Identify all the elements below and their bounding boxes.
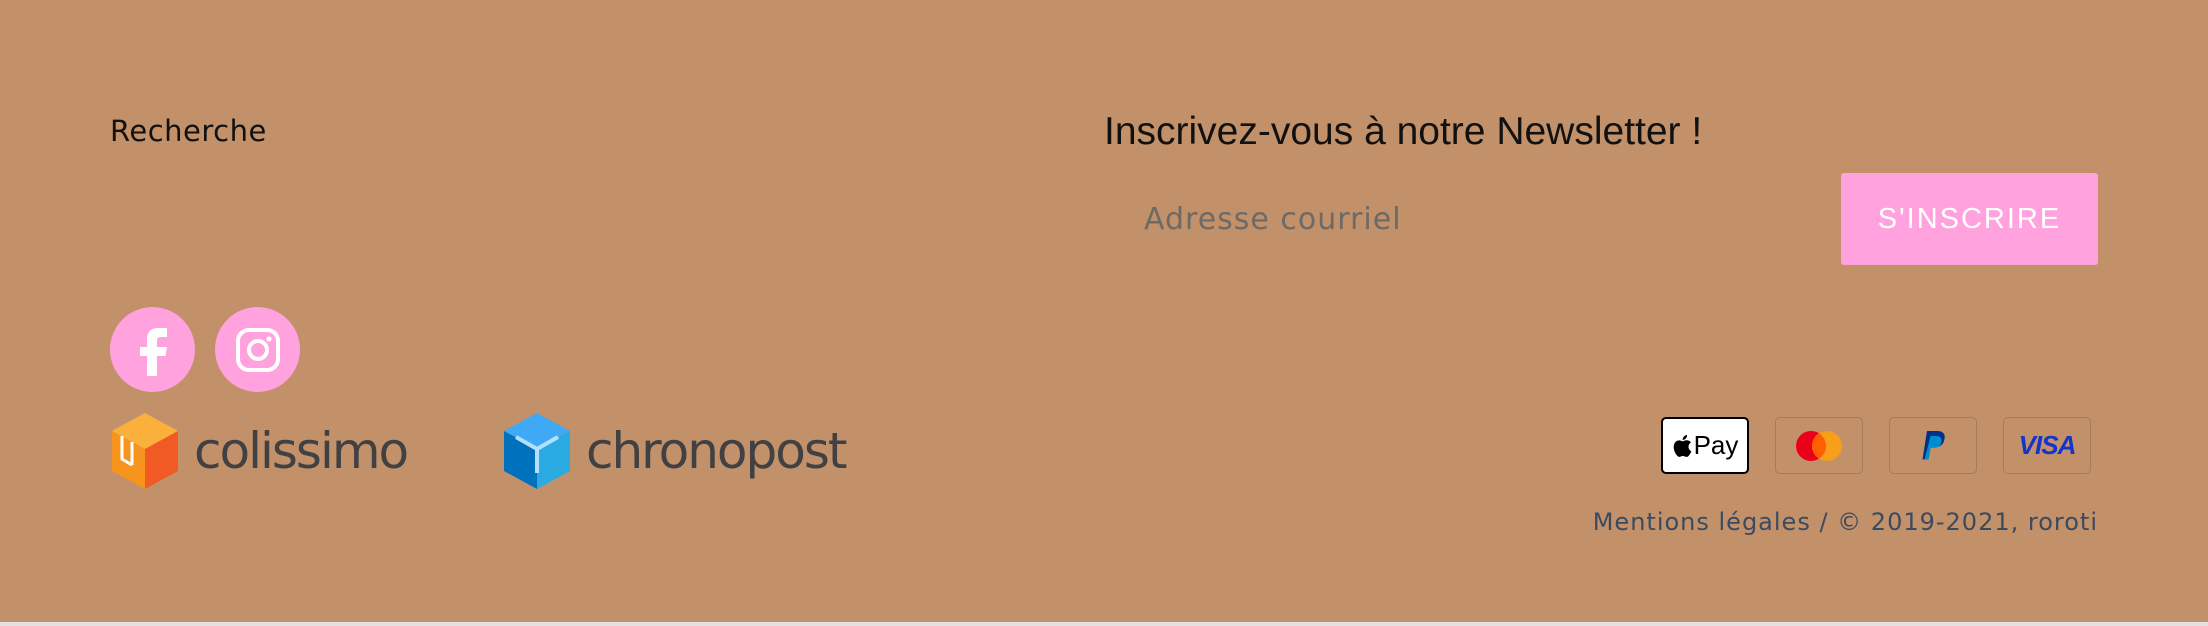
colissimo-logo: colissimo — [110, 410, 409, 492]
facebook-link[interactable] — [110, 307, 195, 392]
subscribe-button[interactable]: S'INSCRIRE — [1841, 173, 2098, 265]
chronopost-logo: chronopost — [502, 410, 847, 492]
apple-pay-icon: Pay — [1661, 417, 1749, 474]
mastercard-icon — [1775, 417, 1863, 474]
apple-pay-text: Pay — [1693, 430, 1739, 460]
payment-methods: Pay VISA — [1661, 417, 2091, 474]
legal-notice-link[interactable]: Mentions légales — [1593, 508, 1811, 536]
bottom-divider — [0, 622, 2208, 626]
instagram-link[interactable] — [215, 307, 300, 392]
paypal-p-icon — [1922, 430, 1945, 459]
chronopost-wordmark: chronopost — [586, 422, 847, 480]
mastercard-circles-icon — [1796, 430, 1842, 461]
copyright-separator: / — [1810, 508, 1838, 536]
paypal-icon — [1889, 417, 1977, 474]
apple-logo-icon — [1673, 434, 1691, 457]
search-link[interactable]: Recherche — [110, 114, 267, 148]
colissimo-wordmark: colissimo — [194, 422, 409, 480]
newsletter-email-input[interactable] — [1120, 174, 1820, 264]
copyright-line: Mentions légales / © 2019-2021, roroti — [1593, 508, 2098, 536]
instagram-icon — [235, 327, 280, 372]
colissimo-cube-icon — [112, 413, 178, 489]
site-footer: Recherche Inscrivez-vous à notre Newslet… — [0, 0, 2208, 626]
chronopost-cube-icon — [504, 413, 570, 489]
facebook-icon — [139, 327, 167, 376]
newsletter-title: Inscrivez-vous à notre Newsletter ! — [1104, 110, 1703, 153]
copyright-text: © 2019-2021, roroti — [1837, 508, 2098, 536]
visa-text: VISA — [2018, 430, 2077, 460]
visa-icon: VISA — [2003, 417, 2091, 474]
